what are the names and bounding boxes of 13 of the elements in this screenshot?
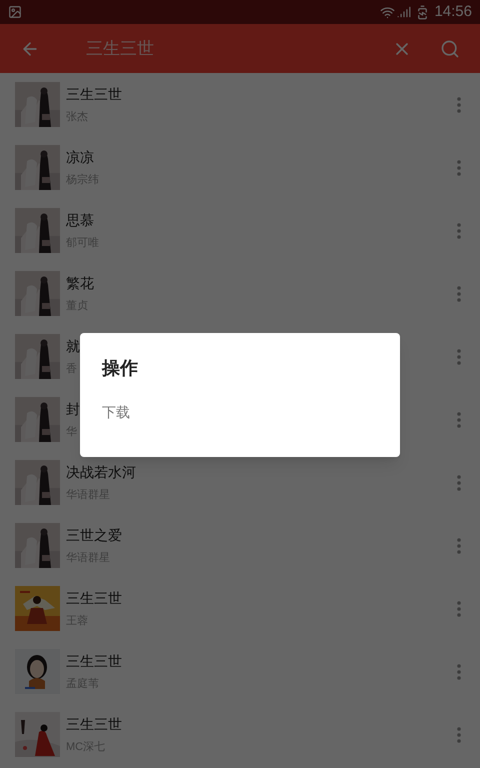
song-title: 三生三世	[66, 652, 122, 671]
song-title: 决战若水河	[66, 462, 136, 482]
song-title: 思慕	[66, 210, 94, 230]
song-title: 三生三世	[66, 588, 122, 608]
song-title: 就	[66, 336, 80, 356]
song-title: 三生三世	[66, 714, 122, 734]
song-title: 三世之爱	[66, 526, 122, 545]
song-title: 三生三世	[66, 84, 122, 104]
song-title: 封	[66, 400, 80, 419]
dialog-title: 操作	[102, 357, 139, 380]
clock: 14:56	[434, 2, 472, 22]
song-title: 凉凉	[66, 148, 94, 167]
song-title: 繁花	[66, 274, 94, 293]
